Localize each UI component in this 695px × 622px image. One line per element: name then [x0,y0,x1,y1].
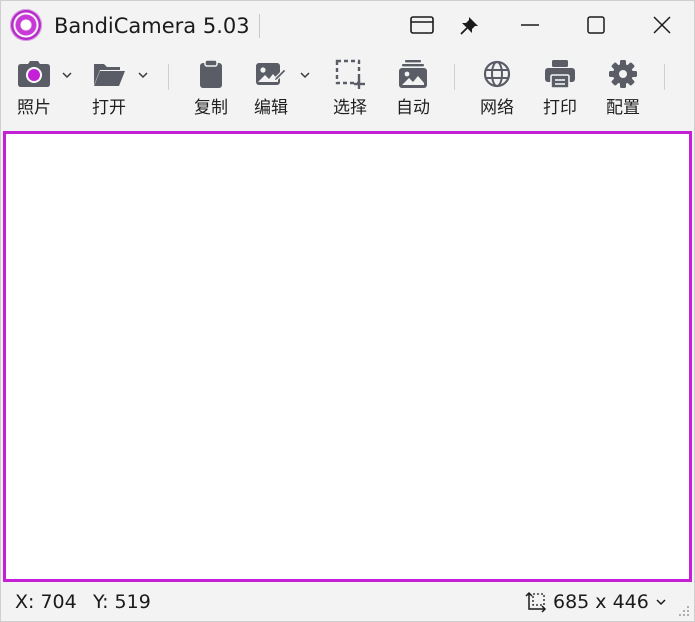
close-icon [653,16,671,34]
print-label: 打印 [543,98,577,118]
folder-open-icon [94,64,125,86]
window-mode-icon [410,16,434,34]
capture-size-dropdown[interactable]: 685 x 446 [525,589,667,615]
select-button[interactable]: 选择 [330,51,370,129]
pin-button[interactable] [448,4,492,46]
bandicamera-window: BandiCamera 5.03 照片 打开 复制 编辑 选择 自动 网络 打印… [0,0,695,622]
select-region-icon [335,59,365,89]
window-title: BandiCamera 5.03 [54,14,250,38]
resize-icon [525,591,547,613]
open-label: 打开 [92,98,126,118]
open-dropdown-chevron-down-icon[interactable] [137,70,149,80]
auto-button[interactable]: 自动 [393,51,433,129]
minimize-button[interactable] [508,4,552,46]
status-bar: X: 704 Y: 519 685 x 446 [1,584,694,621]
toolbar-separator [454,64,455,90]
window-mode-button[interactable] [400,4,444,46]
toolbar-separator [664,64,665,90]
print-button[interactable]: 打印 [540,51,580,129]
camera-icon [18,61,50,87]
gear-icon [609,60,637,88]
title-separator [259,14,260,38]
cursor-x-readout: X: 704 [15,591,77,613]
settings-button[interactable]: 配置 [603,51,643,129]
title-bar: BandiCamera 5.03 [1,1,694,51]
capture-size-value: 685 x 446 [553,591,649,613]
select-label: 选择 [333,98,367,118]
capture-area[interactable] [3,131,692,582]
photo-dropdown-chevron-down-icon[interactable] [61,70,73,80]
close-button[interactable] [640,4,684,46]
maximize-icon [587,16,605,34]
copy-label: 复制 [194,98,228,118]
clipboard-icon [200,59,222,88]
image-edit-icon [256,63,287,85]
photo-label: 照片 [17,98,51,118]
maximize-button[interactable] [574,4,618,46]
toolbar-separator [168,64,169,90]
toolbar: 照片 打开 复制 编辑 选择 自动 网络 打印 配置 [1,51,694,129]
edit-label: 编辑 [254,98,288,118]
cursor-y-readout: Y: 519 [93,591,151,613]
network-label: 网络 [480,98,514,118]
auto-label: 自动 [396,98,430,118]
auto-capture-icon [399,60,427,88]
open-button[interactable]: 打开 [90,51,128,129]
globe-icon [483,60,511,88]
app-logo-icon [10,9,42,41]
printer-icon [545,60,575,89]
network-button[interactable]: 网络 [477,51,517,129]
settings-label: 配置 [606,98,640,118]
edit-button[interactable]: 编辑 [251,51,291,129]
minimize-icon [521,24,539,26]
resize-grip-icon[interactable] [678,605,690,617]
pin-icon [460,16,478,35]
copy-button[interactable]: 复制 [191,51,231,129]
edit-dropdown-chevron-down-icon[interactable] [299,70,311,80]
chevron-down-icon [656,599,666,606]
photo-button[interactable]: 照片 [13,51,55,129]
